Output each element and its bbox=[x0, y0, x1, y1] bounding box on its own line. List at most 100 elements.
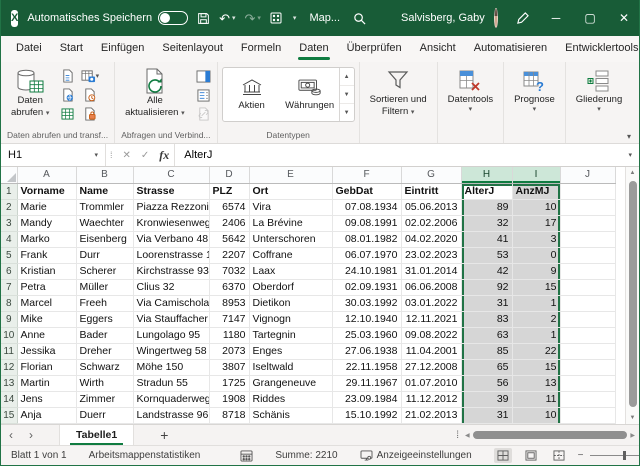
cell-H4[interactable]: 41 bbox=[461, 231, 513, 248]
cell-C1[interactable]: Strasse bbox=[133, 183, 210, 200]
tab-start[interactable]: Start bbox=[51, 36, 92, 62]
document-title[interactable]: Map... bbox=[309, 12, 340, 24]
cell-C6[interactable]: Kirchstrasse 93 bbox=[133, 263, 210, 280]
cell-D6[interactable]: 7032 bbox=[209, 263, 250, 280]
cell-F1[interactable]: GebDat bbox=[332, 183, 402, 200]
properties-button[interactable] bbox=[194, 87, 213, 103]
sheet-nav-left-icon[interactable]: ‹ bbox=[1, 428, 21, 442]
cell-J8[interactable] bbox=[560, 295, 616, 312]
cell-B1[interactable]: Name bbox=[76, 183, 134, 200]
cell-B10[interactable]: Bader bbox=[76, 327, 134, 344]
cell-E13[interactable]: Grangeneuve bbox=[249, 375, 333, 392]
row-header-13[interactable]: 13 bbox=[1, 375, 18, 392]
cell-G11[interactable]: 11.04.2001 bbox=[401, 343, 462, 360]
cell-A11[interactable]: Jessika bbox=[17, 343, 77, 360]
namebox-resize-handle[interactable]: ⁞ bbox=[106, 150, 118, 160]
cell-A8[interactable]: Marcel bbox=[17, 295, 77, 312]
cell-G4[interactable]: 04.02.2020 bbox=[401, 231, 462, 248]
cell-B3[interactable]: Waechter bbox=[76, 215, 134, 232]
column-header-E[interactable]: E bbox=[249, 167, 333, 184]
cell-E2[interactable]: Vira bbox=[249, 199, 333, 216]
cell-E10[interactable]: Tartegnin bbox=[249, 327, 333, 344]
cell-E16[interactable]: Stechelberg bbox=[249, 423, 333, 424]
cell-F7[interactable]: 02.09.1931 bbox=[332, 279, 402, 296]
qat-customize-button[interactable]: ▾ bbox=[291, 15, 297, 22]
forecast-button[interactable]: ? Prognose ▾ bbox=[508, 65, 561, 113]
tab-automatisieren[interactable]: Automatisieren bbox=[465, 36, 556, 62]
cell-D8[interactable]: 8953 bbox=[209, 295, 250, 312]
cell-D5[interactable]: 2207 bbox=[209, 247, 250, 264]
tab-ansicht[interactable]: Ansicht bbox=[411, 36, 465, 62]
cell-B11[interactable]: Dreher bbox=[76, 343, 134, 360]
horizontal-scrollbar-thumb[interactable] bbox=[472, 431, 628, 439]
sheet-nav-right-icon[interactable]: › bbox=[21, 428, 41, 442]
row-header-5[interactable]: 5 bbox=[1, 247, 18, 264]
row-header-15[interactable]: 15 bbox=[1, 407, 18, 424]
cell-D11[interactable]: 2073 bbox=[209, 343, 250, 360]
cell-G2[interactable]: 05.06.2013 bbox=[401, 199, 462, 216]
group-label[interactable]: Datentypen bbox=[222, 130, 355, 143]
column-header-B[interactable]: B bbox=[76, 167, 134, 184]
cell-I12[interactable]: 15 bbox=[512, 359, 561, 376]
from-text-csv-button[interactable] bbox=[58, 68, 77, 84]
cell-G8[interactable]: 03.01.2022 bbox=[401, 295, 462, 312]
cell-J11[interactable] bbox=[560, 343, 616, 360]
get-data-button[interactable]: Daten abrufen ▾ bbox=[5, 65, 55, 119]
refresh-all-button[interactable]: Alle aktualisieren ▾ bbox=[119, 65, 191, 119]
excel-app-icon[interactable]: X bbox=[11, 9, 19, 27]
cell-C2[interactable]: Piazza Rezzonico bbox=[133, 199, 210, 216]
cell-H10[interactable]: 63 bbox=[461, 327, 513, 344]
column-header-D[interactable]: D bbox=[209, 167, 250, 184]
cell-A4[interactable]: Marko bbox=[17, 231, 77, 248]
cell-E11[interactable]: Enges bbox=[249, 343, 333, 360]
column-header-J[interactable]: J bbox=[560, 167, 616, 184]
cell-A14[interactable]: Jens bbox=[17, 391, 77, 408]
cell-H2[interactable]: 89 bbox=[461, 199, 513, 216]
cell-I5[interactable]: 0 bbox=[512, 247, 561, 264]
cell-G7[interactable]: 06.06.2008 bbox=[401, 279, 462, 296]
cell-G16[interactable]: 16.06.2001 bbox=[401, 423, 462, 424]
user-avatar[interactable] bbox=[493, 8, 498, 28]
cell-H15[interactable]: 31 bbox=[461, 407, 513, 424]
vertical-scrollbar-thumb[interactable] bbox=[629, 181, 637, 407]
cell-A2[interactable]: Marie bbox=[17, 199, 77, 216]
tab-entwicklertools[interactable]: Entwicklertools bbox=[556, 36, 639, 62]
cell-H14[interactable]: 39 bbox=[461, 391, 513, 408]
scroll-down-icon[interactable]: ▼ bbox=[626, 415, 639, 421]
tab-seitenlayout[interactable]: Seitenlayout bbox=[153, 36, 232, 62]
edit-pencil-icon[interactable] bbox=[507, 0, 537, 36]
cell-C16[interactable]: Via Stazione 147 bbox=[133, 423, 210, 424]
cell-E12[interactable]: Iseltwald bbox=[249, 359, 333, 376]
cell-I2[interactable]: 10 bbox=[512, 199, 561, 216]
cell-A15[interactable]: Anja bbox=[17, 407, 77, 424]
formula-input[interactable]: AlterJ bbox=[175, 149, 621, 161]
tab-formeln[interactable]: Formeln bbox=[232, 36, 290, 62]
cancel-icon[interactable]: ✕ bbox=[118, 150, 136, 161]
column-header-C[interactable]: C bbox=[133, 167, 210, 184]
cell-A3[interactable]: Mandy bbox=[17, 215, 77, 232]
cell-E3[interactable]: La Brévine bbox=[249, 215, 333, 232]
column-header-I[interactable]: I bbox=[512, 167, 561, 184]
cell-J7[interactable] bbox=[560, 279, 616, 296]
cell-A12[interactable]: Florian bbox=[17, 359, 77, 376]
undo-button[interactable]: ↶ ▾ bbox=[219, 12, 235, 25]
row-header-9[interactable]: 9 bbox=[1, 311, 18, 328]
cell-I6[interactable]: 9 bbox=[512, 263, 561, 280]
cell-I16[interactable]: 22 bbox=[512, 423, 561, 424]
cell-C10[interactable]: Lungolago 95 bbox=[133, 327, 210, 344]
row-header-6[interactable]: 6 bbox=[1, 263, 18, 280]
cell-F16[interactable]: 13.09.1974 bbox=[332, 423, 402, 424]
sort-filter-button[interactable]: Sortieren und Filtern ▾ bbox=[364, 65, 433, 118]
cell-E4[interactable]: Unterschoren bbox=[249, 231, 333, 248]
cell-H11[interactable]: 85 bbox=[461, 343, 513, 360]
add-sheet-button[interactable]: + bbox=[134, 427, 194, 443]
cell-I9[interactable]: 2 bbox=[512, 311, 561, 328]
cell-A1[interactable]: Vorname bbox=[17, 183, 77, 200]
row-header-7[interactable]: 7 bbox=[1, 279, 18, 296]
cell-E15[interactable]: Schänis bbox=[249, 407, 333, 424]
touch-mode-button[interactable] bbox=[270, 12, 282, 24]
cell-A6[interactable]: Kristian bbox=[17, 263, 77, 280]
cell-C4[interactable]: Via Verbano 48 bbox=[133, 231, 210, 248]
cell-H7[interactable]: 92 bbox=[461, 279, 513, 296]
datatype-stocks[interactable]: Aktien bbox=[223, 68, 281, 121]
